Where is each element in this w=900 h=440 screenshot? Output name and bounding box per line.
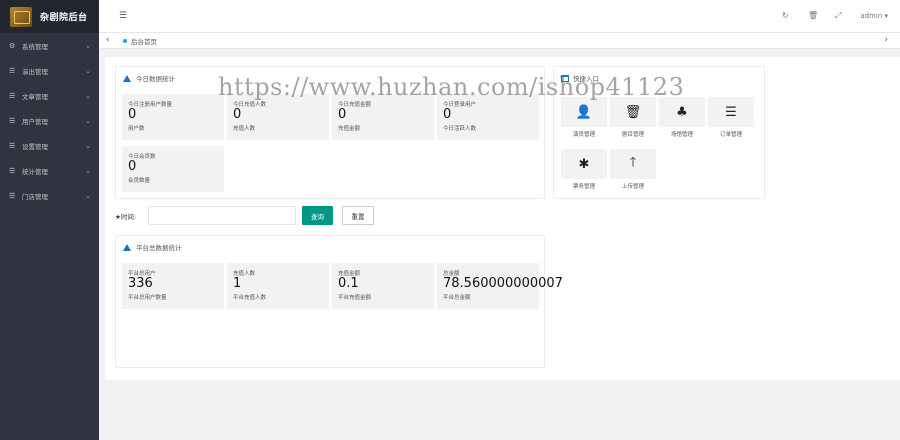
stat-card: 平台总用户 336 平台总用户数量	[122, 263, 224, 309]
stat-value: 78.560000000007	[443, 276, 563, 291]
stat-value: 0	[443, 107, 452, 122]
quick-entry-shows[interactable]: 🗑	[610, 97, 656, 127]
quick-entry-orders[interactable]: ☰	[708, 97, 754, 127]
list-icon: ☰	[9, 191, 16, 200]
list-icon: ☰	[9, 166, 16, 175]
quick-entry-label[interactable]: 演员管理	[561, 130, 607, 138]
list-icon: ☰	[725, 104, 737, 120]
stat-sub: 会员数量	[128, 178, 151, 184]
arrow-up-icon: 🡑	[629, 155, 637, 170]
stat-value: 1	[233, 276, 242, 291]
quick-entry-venues[interactable]: ♣	[659, 97, 705, 127]
sidebar: 杂剧院后台 ⚙ 系统管理 ⌄ ☰ 演出管理 ⌄ ☰ 文章管理 ⌄ ☰ 用户管理 …	[0, 0, 99, 440]
chevron-down-icon: ⌄	[85, 141, 91, 150]
sidebar-item-stores[interactable]: ☰ 门店管理 ⌄	[0, 183, 99, 208]
logo[interactable]: 杂剧院后台	[0, 0, 99, 33]
stat-card: 总金额 78.560000000007 平台总金额	[437, 263, 563, 309]
quick-entry-label[interactable]: 场馆管理	[659, 130, 705, 138]
sidebar-item-label: 系统管理	[22, 42, 48, 51]
stat-card: 今日注册用户数量 0 用户数	[122, 94, 224, 140]
logo-image	[10, 6, 32, 27]
tab-bar: ‹ 后台首页 ›	[99, 33, 900, 49]
time-filter-label: ★时间:	[115, 213, 137, 221]
reset-button[interactable]: 重置	[342, 206, 374, 225]
stat-value: 0	[128, 107, 137, 122]
sidebar-item-system[interactable]: ⚙ 系统管理 ⌄	[0, 33, 99, 58]
tab-label: 后台首页	[131, 38, 157, 46]
quick-entry-uploads[interactable]: 🡑	[610, 149, 656, 179]
stat-sub: 用户数	[128, 126, 145, 132]
gear-icon: ⚙	[9, 41, 16, 50]
chevron-right-icon[interactable]: ›	[884, 35, 888, 45]
list-icon: ☰	[9, 66, 16, 75]
sidebar-item-users[interactable]: ☰ 用户管理 ⌄	[0, 108, 99, 133]
platform-stats-title: 平台总数据统计	[136, 244, 182, 252]
stat-sub: 平台总用户数量	[128, 295, 167, 301]
list-icon: ☰	[9, 116, 16, 125]
user-icon: 👤	[575, 104, 593, 120]
platform-stats-panel: 平台总数据统计 平台总用户 336 平台总用户数量 充值人数 1 平台充值人数 …	[115, 235, 563, 368]
stat-sub: 充值金额	[338, 126, 361, 132]
quick-entry-label[interactable]: 剧目管理	[610, 130, 656, 138]
active-dot-icon	[123, 39, 127, 43]
quick-entry-actors[interactable]: 👤	[561, 97, 607, 127]
quick-entry-label[interactable]: 上传管理	[610, 182, 656, 190]
trash-icon: 🗑	[624, 104, 642, 120]
tree-icon: ♣	[676, 104, 688, 120]
stat-value: 0	[338, 107, 347, 122]
sidebar-item-statistics[interactable]: ☰ 统计管理 ⌄	[0, 158, 99, 183]
sidebar-item-label: 门店管理	[22, 192, 48, 201]
quick-entry-label[interactable]: 票务管理	[561, 182, 607, 190]
chevron-down-icon: ⌄	[85, 66, 91, 75]
stat-value: 336	[128, 276, 153, 291]
logo-text: 杂剧院后台	[40, 13, 88, 23]
stat-sub: 今日活跃人数	[443, 126, 477, 132]
sidebar-item-label: 文章管理	[22, 92, 48, 101]
menu-toggle-icon[interactable]: ☰	[119, 11, 127, 21]
list-icon: ☰	[9, 91, 16, 100]
fullscreen-icon[interactable]: ⤢	[835, 11, 841, 21]
chevron-down-icon: ⌄	[85, 41, 91, 50]
today-stats-title: 今日数据统计	[136, 75, 175, 83]
tab-home[interactable]: 后台首页	[123, 36, 157, 46]
panel-title: 今日数据统计	[123, 73, 175, 83]
stat-card: 充值人数 1 平台充值人数	[227, 263, 329, 309]
quick-entry-label[interactable]: 订单管理	[708, 130, 754, 138]
warning-icon	[123, 74, 131, 82]
sidebar-item-performance[interactable]: ☰ 演出管理 ⌄	[0, 58, 99, 83]
chevron-down-icon: ⌄	[85, 91, 91, 100]
stat-card: 今日会员数 0 会员数量	[122, 146, 224, 192]
sidebar-menu: ⚙ 系统管理 ⌄ ☰ 演出管理 ⌄ ☰ 文章管理 ⌄ ☰ 用户管理 ⌄ ☰ 设置…	[0, 33, 99, 208]
stat-value: 0	[128, 159, 137, 174]
list-icon: ☰	[9, 141, 16, 150]
search-button[interactable]: 查询	[302, 206, 333, 225]
panel-title: 平台总数据统计	[123, 242, 182, 252]
stat-sub: 平台充值人数	[233, 295, 267, 301]
stat-sub: 平台充值金额	[338, 295, 372, 301]
chevron-down-icon: ⌄	[85, 116, 91, 125]
sidebar-item-label: 用户管理	[22, 117, 48, 126]
top-header: ☰ ↻ 🗑 ⤢ admin ▾	[99, 0, 900, 33]
sidebar-item-settings[interactable]: ☰ 设置管理 ⌄	[0, 133, 99, 158]
sidebar-item-articles[interactable]: ☰ 文章管理 ⌄	[0, 83, 99, 108]
stat-sub: 充值人数	[233, 126, 256, 132]
sidebar-item-label: 设置管理	[22, 142, 48, 151]
stat-sub: 平台总金额	[443, 295, 471, 301]
watermark-text: https://www.huzhan.com/ishop41123	[218, 73, 685, 101]
chevron-down-icon: ⌄	[85, 166, 91, 175]
asterisk-icon: ✱	[578, 156, 590, 172]
trash-icon[interactable]: 🗑	[808, 11, 818, 20]
stat-value: 0.1	[338, 276, 359, 291]
chevron-left-icon[interactable]: ‹	[106, 35, 110, 45]
quick-entry-tickets[interactable]: ✱	[561, 149, 607, 179]
admin-user-menu[interactable]: admin ▾	[860, 12, 888, 20]
sidebar-item-label: 演出管理	[22, 67, 48, 76]
chevron-down-icon: ⌄	[85, 191, 91, 200]
refresh-icon[interactable]: ↻	[782, 11, 789, 20]
stat-value: 0	[233, 107, 242, 122]
sidebar-item-label: 统计管理	[22, 167, 48, 176]
warning-icon	[123, 243, 131, 251]
stat-card: 充值金额 0.1 平台充值金额	[332, 263, 434, 309]
time-input[interactable]	[148, 206, 296, 225]
